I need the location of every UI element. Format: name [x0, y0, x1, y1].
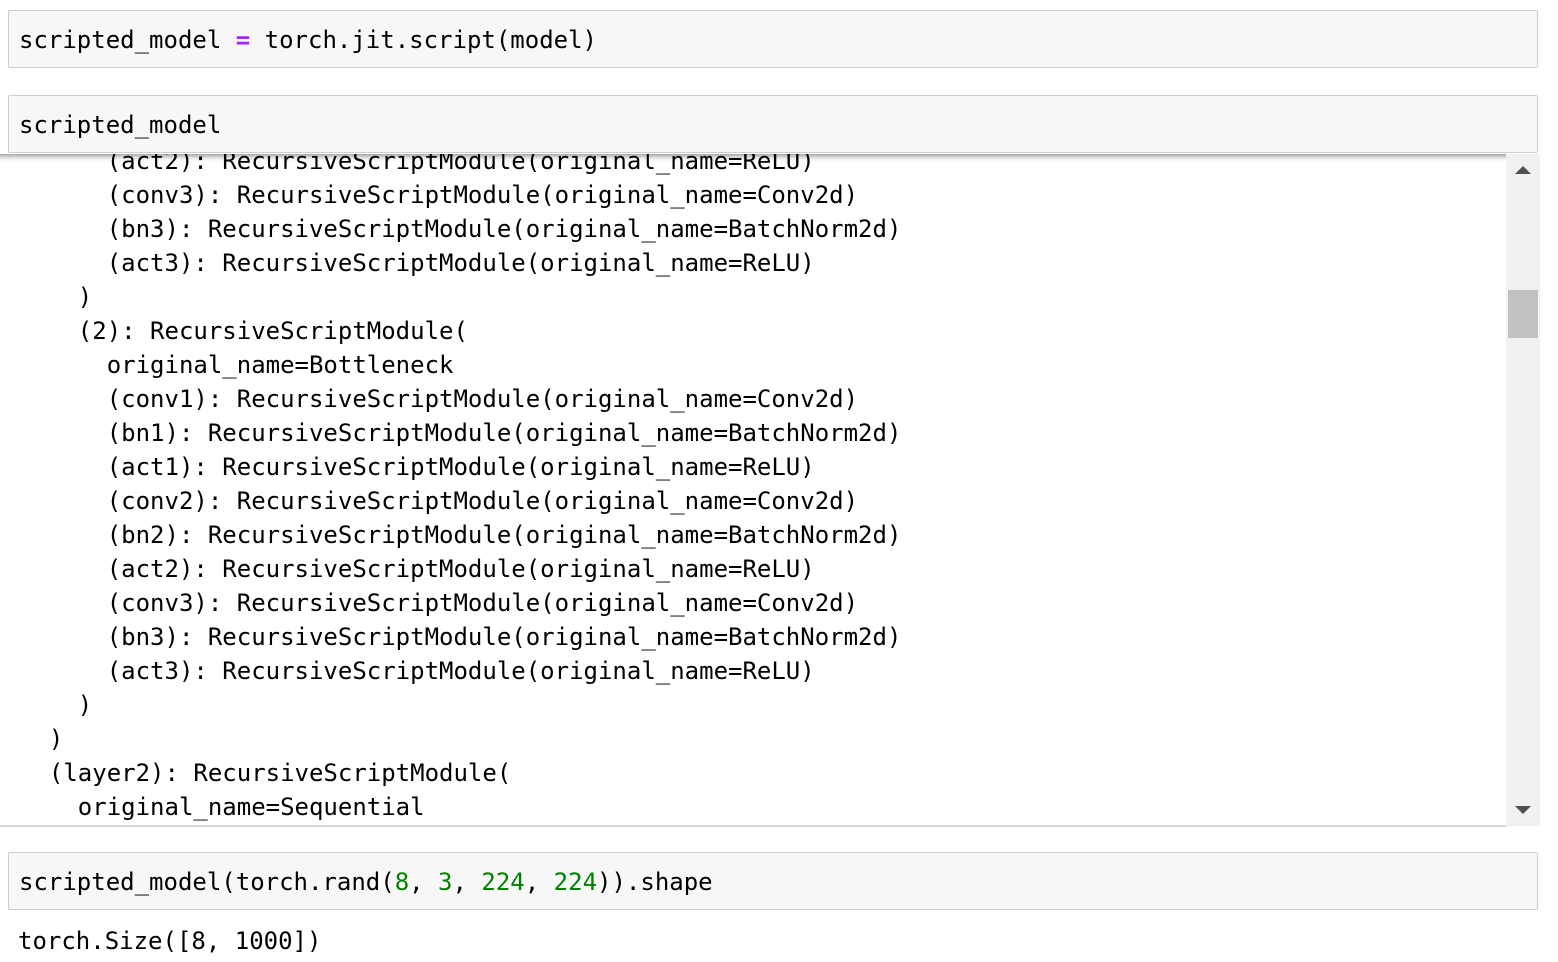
output-line: ): [20, 725, 64, 753]
output-line: ): [20, 691, 93, 719]
output-line: (conv3): RecursiveScriptModule(original_…: [20, 589, 859, 617]
scroll-up-arrow-icon[interactable]: [1515, 166, 1531, 174]
output-line: (act3): RecursiveScriptModule(original_n…: [20, 249, 815, 277]
code-cell-3[interactable]: scripted_model(torch.rand(8, 3, 224, 224…: [8, 852, 1538, 910]
code-cell-1[interactable]: scripted_model = torch.jit.script(model): [8, 10, 1538, 68]
code-line[interactable]: scripted_model: [19, 96, 221, 154]
code-line[interactable]: scripted_model = torch.jit.script(model): [19, 11, 597, 69]
code-token: ,: [524, 868, 554, 896]
cell-output-text: (act2): RecursiveScriptModule(original_n…: [20, 154, 902, 824]
code-token: ,: [452, 868, 482, 896]
output-line: (2): RecursiveScriptModule(: [20, 317, 468, 345]
operator-token: =: [235, 26, 251, 54]
output-line: (bn2): RecursiveScriptModule(original_na…: [20, 521, 902, 549]
output-line: (bn1): RecursiveScriptModule(original_na…: [20, 419, 902, 447]
output-line: original_name=Bottleneck: [20, 351, 454, 379]
output-divider: [0, 825, 1506, 827]
code-token: scripted_model: [19, 26, 236, 54]
output-line: (bn3): RecursiveScriptModule(original_na…: [20, 215, 902, 243]
output-line: (bn3): RecursiveScriptModule(original_na…: [20, 623, 902, 651]
output-line: (conv2): RecursiveScriptModule(original_…: [20, 487, 859, 515]
output-line: (conv1): RecursiveScriptModule(original_…: [20, 385, 859, 413]
output-line: ): [20, 283, 93, 311]
scroll-thumb[interactable]: [1508, 290, 1538, 338]
code-line[interactable]: scripted_model(torch.rand(8, 3, 224, 224…: [19, 853, 713, 911]
output-line: (layer2): RecursiveScriptModule(: [20, 759, 512, 787]
number-token: 224: [481, 868, 525, 896]
output-line: (act2): RecursiveScriptModule(original_n…: [20, 154, 815, 175]
scroll-down-arrow-icon[interactable]: [1515, 806, 1531, 814]
output-line: (conv3): RecursiveScriptModule(original_…: [20, 181, 859, 209]
code-cell-2[interactable]: scripted_model: [8, 95, 1538, 153]
code-token: scripted_model(torch.rand(: [19, 868, 395, 896]
cell-result-text: torch.Size([8, 1000]): [18, 927, 322, 955]
code-token: ,: [409, 868, 439, 896]
number-token: 3: [438, 868, 453, 896]
code-token: )).shape: [597, 868, 713, 896]
output-line: (act1): RecursiveScriptModule(original_n…: [20, 453, 815, 481]
cell-output-scroll-area[interactable]: (act2): RecursiveScriptModule(original_n…: [0, 154, 1540, 826]
output-scrollbar[interactable]: [1506, 154, 1540, 826]
number-token: 8: [394, 868, 410, 896]
output-line: original_name=Sequential: [20, 793, 425, 821]
number-token: 224: [553, 868, 598, 896]
code-token: torch.jit.script(model): [250, 26, 597, 54]
output-line: (act2): RecursiveScriptModule(original_n…: [20, 555, 815, 583]
output-line: (act3): RecursiveScriptModule(original_n…: [20, 657, 815, 685]
